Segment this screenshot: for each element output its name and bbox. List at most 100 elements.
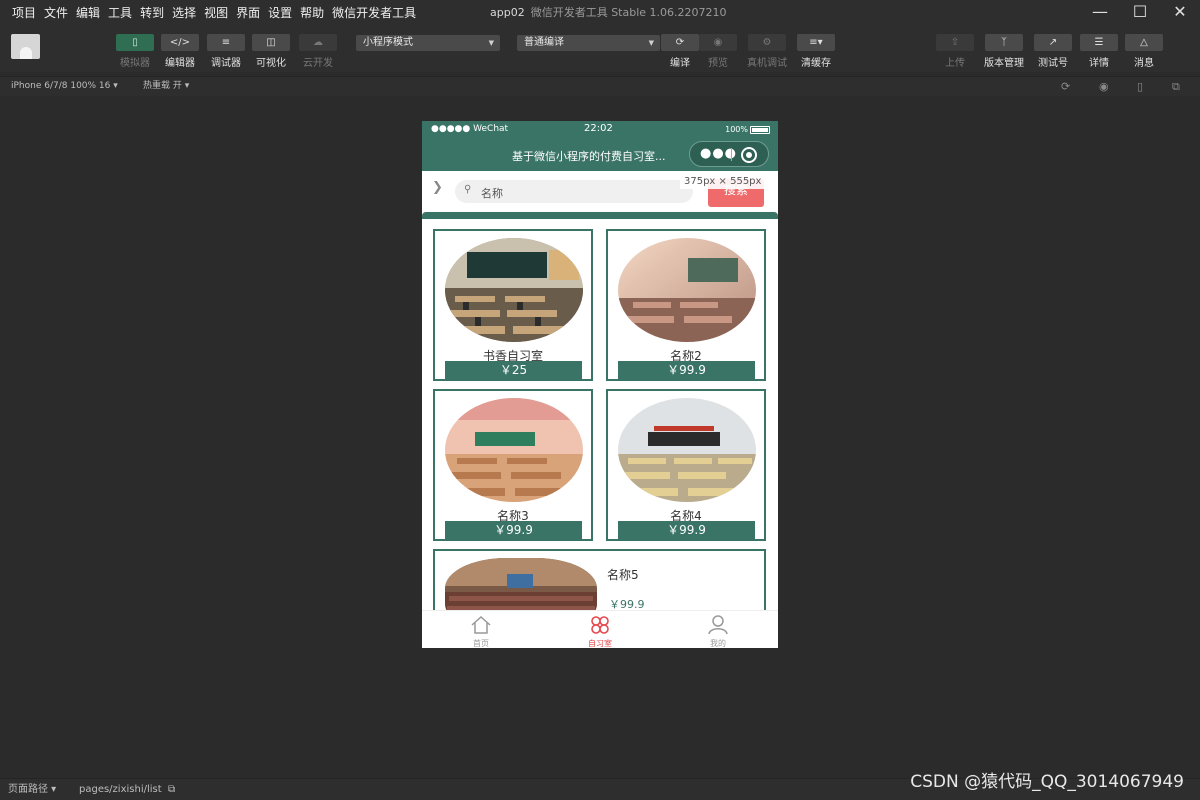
remote-debug-button[interactable]: ⚙ 真机调试 [747, 34, 787, 69]
phone-nav-bar: 基于微信小程序的付费自习室... ●●● [422, 139, 778, 171]
preview-button[interactable]: ◉ 预览 [699, 34, 737, 69]
section-divider [422, 212, 778, 219]
time-label: 22:02 [584, 123, 613, 134]
tab-mine-label: 我的 [710, 639, 726, 648]
menu-item-select[interactable]: 选择 [168, 0, 200, 26]
device-frame-icon[interactable]: ▯ [1137, 77, 1143, 96]
room-image [618, 398, 756, 502]
menu-bar: 项目 文件 编辑 工具 转到 选择 视图 界面 设置 帮助 微信开发者工具 ap… [0, 0, 1200, 26]
close-target-icon[interactable] [741, 147, 757, 163]
debug-icon: ≡ [207, 34, 245, 51]
simulator-button[interactable]: ▯ 模拟器 [116, 34, 154, 69]
room-price: ￥99.9 [618, 361, 755, 379]
watermark: CSDN @猿代码_QQ_3014067949 [910, 772, 1184, 792]
device-select[interactable]: iPhone 6/7/8 100% 16 ▾ [11, 77, 118, 96]
device-select-value: iPhone 6/7/8 100% 16 [11, 81, 111, 91]
phone-status-bar: ●●●●● WeChat 22:02 100% [422, 121, 778, 139]
avatar[interactable] [11, 34, 40, 59]
menu-item-edit[interactable]: 编辑 [72, 0, 104, 26]
page-title: 基于微信小程序的付费自习室... [512, 150, 666, 163]
menu-item-view[interactable]: 视图 [200, 0, 232, 26]
hot-reload-toggle[interactable]: 热重载 开 ▾ [143, 77, 189, 96]
menu-item-project[interactable]: 项目 [8, 0, 40, 26]
room-price: ￥99.9 [618, 521, 755, 539]
mode-select-value: 小程序模式 [363, 37, 413, 48]
detach-icon[interactable]: ⧉ [1172, 77, 1180, 96]
menu-item-file[interactable]: 文件 [40, 0, 72, 26]
chevron-right-icon[interactable]: ❯ [432, 180, 443, 195]
toolbar: ▯ 模拟器 </> 编辑器 ≡ 调试器 ◫ 可视化 ☁ 云开发 小程序模式 ▼ … [0, 26, 1200, 72]
copy-icon[interactable]: ⧉ [168, 779, 175, 800]
hot-reload-value: 热重载 开 [143, 81, 182, 91]
clover-icon [591, 616, 609, 634]
room-name: 名称5 [607, 568, 639, 582]
room-image [445, 558, 597, 610]
miniprogram-capsule: ●●● [689, 141, 769, 167]
home-icon [471, 615, 491, 634]
chevron-down-icon: ▼ [648, 39, 654, 47]
room-card[interactable]: 书香自习室 ￥25 [433, 229, 593, 381]
search-input[interactable]: ⚲ 名称 [455, 180, 693, 203]
size-tooltip: 375px × 555px [680, 174, 766, 189]
clear-cache-button[interactable]: ≡▾ 清缓存 [797, 34, 835, 69]
room-image [618, 238, 756, 342]
close-icon[interactable]: ✕ [1160, 0, 1200, 26]
code-icon: </> [161, 34, 199, 51]
cloud-button[interactable]: ☁ 云开发 [299, 34, 337, 69]
menu-item-devtools[interactable]: 微信开发者工具 [328, 0, 420, 26]
device-bar: iPhone 6/7/8 100% 16 ▾ 热重载 开 ▾ ⟳ ◉ ▯ ⧉ [0, 76, 1200, 96]
search-placeholder: 名称 [481, 187, 503, 200]
page-path-toggle[interactable]: 页面路径 ▾ [8, 779, 56, 800]
eye-icon: ◉ [699, 34, 737, 51]
minimize-icon[interactable]: — [1080, 0, 1120, 26]
maximize-icon[interactable]: ☐ [1120, 0, 1160, 26]
layers-icon: ≡▾ [797, 34, 835, 51]
mode-select[interactable]: 小程序模式 ▼ [356, 35, 500, 51]
tab-home-label: 首页 [473, 639, 489, 648]
battery-label: 100% [725, 125, 748, 134]
menu-item-interface[interactable]: 界面 [232, 0, 264, 26]
room-card[interactable]: 名称4 ￥99.9 [606, 389, 766, 541]
tab-study-room[interactable]: 自习室 [570, 615, 630, 648]
room-card[interactable]: 名称5 ￥99.9 [433, 549, 766, 610]
messages-label: 消息 [1134, 58, 1154, 69]
room-image [445, 238, 583, 342]
messages-button[interactable]: △ 消息 [1125, 34, 1163, 69]
phone-simulator: ●●●●● WeChat 22:02 100% 基于微信小程序的付费自习室...… [422, 121, 778, 648]
upload-icon: ⇧ [936, 34, 974, 51]
upload-button[interactable]: ⇧ 上传 [936, 34, 974, 69]
record-icon[interactable]: ◉ [1099, 77, 1109, 96]
page-path-value: pages/zixishi/list [79, 784, 162, 795]
debugger-button[interactable]: ≡ 调试器 [207, 34, 245, 69]
visual-button[interactable]: ◫ 可视化 [252, 34, 290, 69]
external-icon: ↗ [1034, 34, 1072, 51]
test-account-button[interactable]: ↗ 测试号 [1034, 34, 1072, 69]
room-price: ￥25 [445, 361, 582, 379]
rotate-icon[interactable]: ⟳ [1061, 77, 1070, 96]
tab-home[interactable]: 首页 [451, 615, 511, 648]
room-card[interactable]: 名称2 ￥99.9 [606, 229, 766, 381]
menu-icon: ☰ [1080, 34, 1118, 51]
menu-item-settings[interactable]: 设置 [264, 0, 296, 26]
main-menu: 项目 文件 编辑 工具 转到 选择 视图 界面 设置 帮助 微信开发者工具 [0, 0, 420, 26]
version-button[interactable]: ᛉ 版本管理 [984, 34, 1024, 69]
branch-icon: ᛉ [985, 34, 1023, 51]
menu-item-tools[interactable]: 工具 [104, 0, 136, 26]
room-price: ￥99.9 [445, 521, 582, 539]
menu-item-goto[interactable]: 转到 [136, 0, 168, 26]
window-controls: — ☐ ✕ [1080, 0, 1200, 26]
tab-bar: 首页 自习室 我的 [422, 610, 778, 648]
details-button[interactable]: ☰ 详情 [1080, 34, 1118, 69]
menu-item-help[interactable]: 帮助 [296, 0, 328, 26]
battery-icon [750, 126, 770, 134]
user-icon [708, 615, 728, 635]
room-image [445, 398, 583, 502]
capsule-divider [731, 148, 732, 161]
tab-mine[interactable]: 我的 [688, 615, 748, 648]
refresh-icon: ⟳ [661, 34, 699, 51]
compile-select[interactable]: 普通编译 ▼ [517, 35, 660, 51]
room-card[interactable]: 名称3 ￥99.9 [433, 389, 593, 541]
bug-icon: ⚙ [748, 34, 786, 51]
editor-button[interactable]: </> 编辑器 [161, 34, 199, 69]
search-icon: ⚲ [464, 184, 472, 195]
